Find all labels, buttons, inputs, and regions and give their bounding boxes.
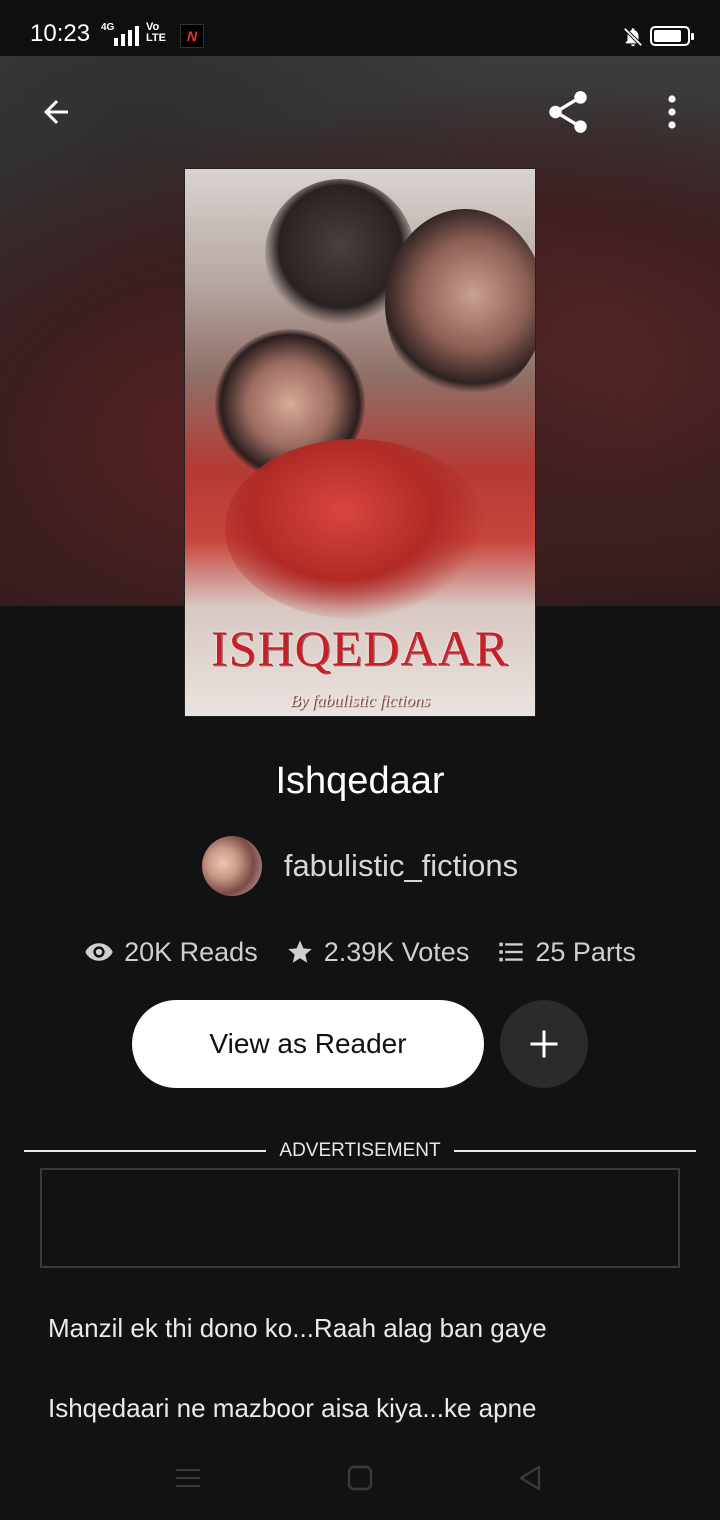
battery-icon (650, 26, 694, 46)
more-options-button[interactable] (648, 84, 696, 140)
parts-stat: 25 Parts (497, 937, 636, 968)
author-name[interactable]: fabulistic_fictions (284, 848, 518, 884)
notification-app-icon: N (180, 24, 204, 48)
status-bar: 10:23 4G Vo LTE N (0, 0, 720, 56)
description-line: Ishqedaari ne mazboor aisa kiya...ke apn… (48, 1393, 537, 1423)
network-type: 4G (101, 22, 115, 33)
description-line: Manzil ek thi dono ko...Raah alag ban ga… (48, 1313, 547, 1343)
back-triangle-icon (519, 1465, 541, 1491)
view-as-reader-button[interactable]: View as Reader (132, 1000, 484, 1088)
share-button[interactable] (538, 84, 598, 140)
reads-stat: 20K Reads (84, 937, 258, 968)
status-time: 10:23 (30, 20, 91, 47)
eye-icon (85, 943, 113, 961)
reads-count: 20K Reads (124, 936, 258, 967)
signal-icon (114, 26, 139, 46)
add-to-library-button[interactable] (500, 1000, 588, 1088)
system-nav-bar (0, 1440, 720, 1520)
cover-art (385, 209, 535, 399)
nav-back-button[interactable] (500, 1456, 560, 1500)
cover-title: ISHQEDAAR (211, 620, 509, 676)
votes-stat: 2.39K Votes (286, 936, 470, 968)
arrow-left-icon (44, 100, 68, 124)
share-icon (549, 91, 587, 133)
book-cover[interactable]: ISHQEDAAR By fabulistic fictions (184, 168, 536, 717)
list-icon (499, 942, 523, 962)
menu-icon (176, 1469, 200, 1487)
story-stats: 20K Reads 2.39K Votes 25 Parts (0, 930, 720, 974)
story-title: Ishqedaar (275, 760, 445, 802)
star-icon (288, 940, 312, 963)
cover-art (225, 439, 485, 619)
ad-divider-right (454, 1150, 696, 1152)
votes-count: 2.39K Votes (323, 936, 470, 967)
volte-indicator: Vo LTE (146, 21, 166, 44)
advertisement-slot[interactable] (40, 1168, 680, 1268)
parts-count: 25 Parts (535, 936, 636, 967)
more-vertical-icon (668, 95, 676, 129)
nav-home-button[interactable] (330, 1456, 390, 1500)
author-avatar[interactable] (201, 836, 262, 896)
bell-off-icon (623, 27, 643, 47)
author-row[interactable]: fabulistic_fictions (0, 836, 720, 896)
battery-level (654, 30, 681, 42)
cover-byline: By fabulistic fictions (290, 691, 430, 710)
home-square-icon (347, 1465, 373, 1491)
nav-menu-button[interactable] (158, 1456, 218, 1500)
back-button[interactable] (28, 86, 84, 138)
plus-icon (530, 1030, 558, 1058)
